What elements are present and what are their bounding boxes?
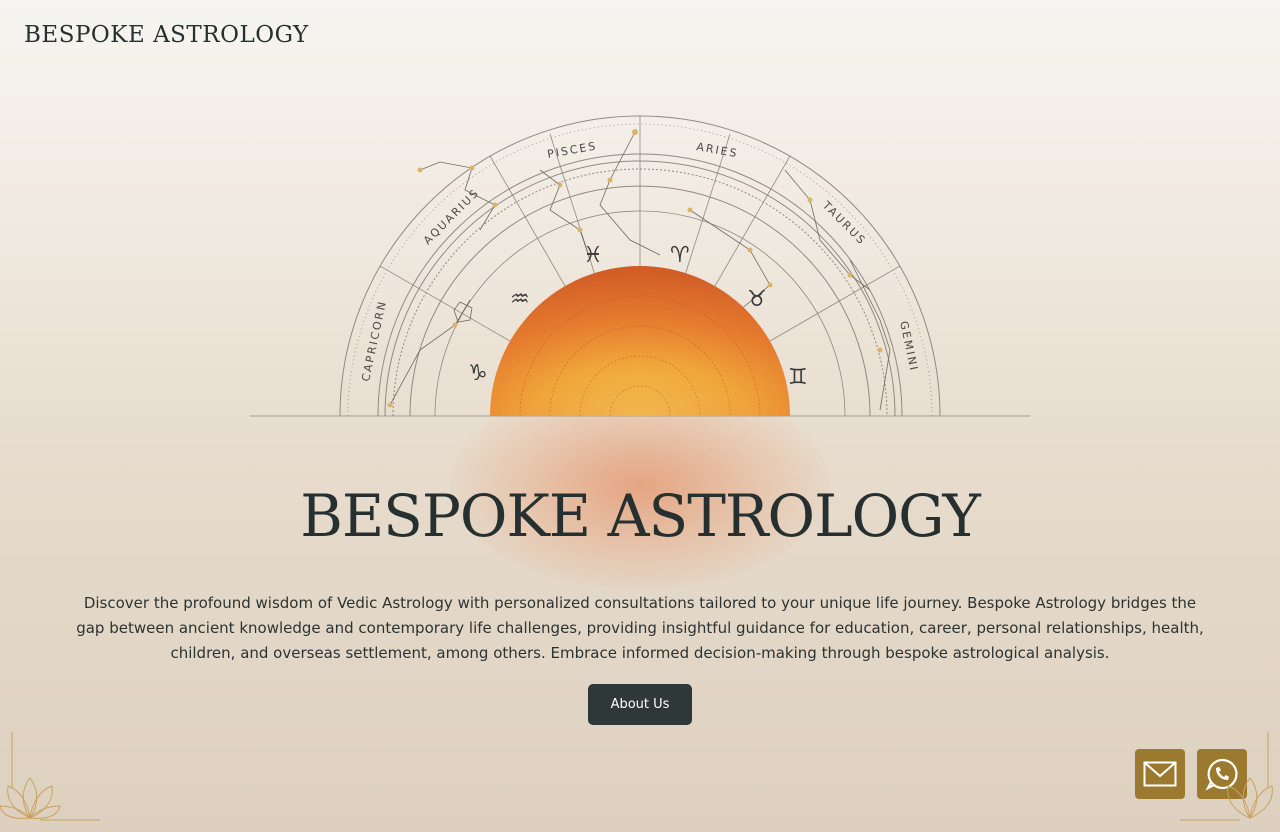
lotus-ornament-left <box>0 732 100 821</box>
sign-label-taurus: TAURUS <box>819 198 869 248</box>
hero-description: Discover the profound wisdom of Vedic As… <box>76 594 1204 662</box>
sign-label-capricorn: CAPRICORN <box>359 299 389 383</box>
aries-icon: ♈ <box>670 243 690 268</box>
about-us-button[interactable]: About Us <box>588 684 692 725</box>
hero-title: BESPOKE ASTROLOGY <box>300 482 981 550</box>
taurus-icon: ♉ <box>747 287 767 312</box>
gemini-icon: ♊ <box>788 365 808 390</box>
sign-label-gemini: GEMINI <box>897 320 920 373</box>
brand-logo[interactable]: BESPOKE ASTROLOGY <box>24 22 309 48</box>
lotus-ornament-right <box>1180 732 1273 821</box>
pisces-icon: ♓ <box>583 243 603 268</box>
sign-label-pisces: PISCES <box>546 139 598 161</box>
aquarius-icon: ♒ <box>510 287 530 312</box>
sign-label-aries: ARIES <box>695 140 739 160</box>
sign-label-aquarius: AQUARIUS <box>421 186 482 247</box>
capricorn-icon: ♑ <box>468 361 488 386</box>
